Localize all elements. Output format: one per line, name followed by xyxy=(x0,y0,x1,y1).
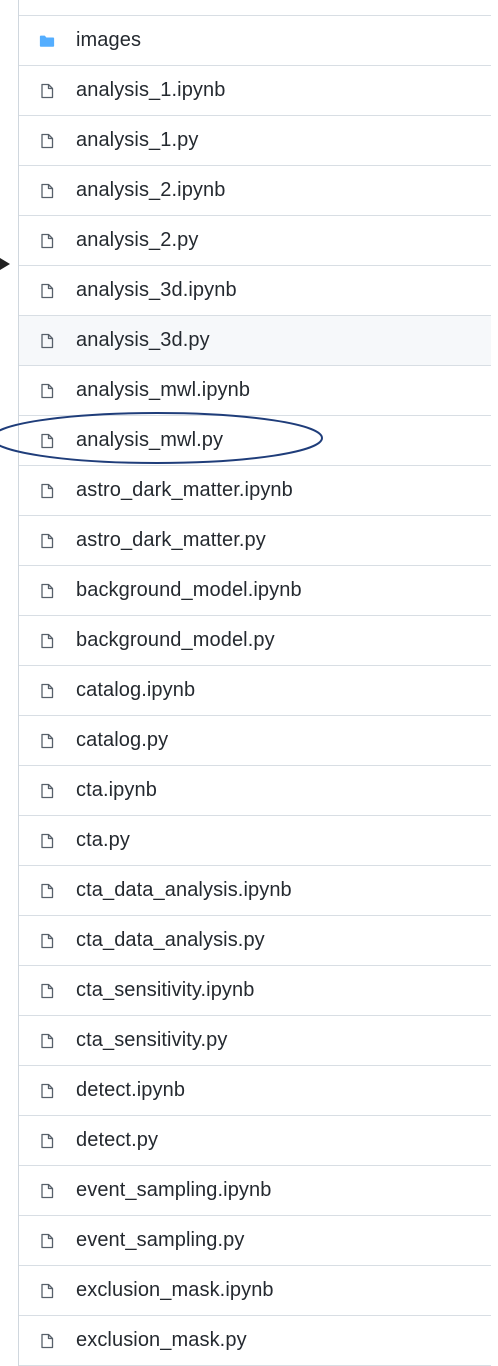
file-name-link[interactable]: event_sampling.ipynb xyxy=(76,1179,271,1202)
file-name-link[interactable]: detect.ipynb xyxy=(76,1079,185,1102)
file-icon xyxy=(39,633,55,649)
file-icon xyxy=(39,383,55,399)
file-row[interactable]: analysis_2.ipynb xyxy=(19,166,491,216)
file-icon xyxy=(39,83,55,99)
file-icon xyxy=(39,883,55,899)
file-icon xyxy=(39,683,55,699)
file-row[interactable]: astro_dark_matter.ipynb xyxy=(19,466,491,516)
file-name-link[interactable]: analysis_2.ipynb xyxy=(76,179,225,202)
file-name-link[interactable]: exclusion_mask.py xyxy=(76,1329,247,1352)
file-row[interactable]: analysis_mwl.ipynb xyxy=(19,366,491,416)
file-name-link[interactable]: analysis_1.ipynb xyxy=(76,79,225,102)
folder-row[interactable]: images xyxy=(19,16,491,66)
folder-icon xyxy=(39,33,55,49)
file-name-link[interactable]: cta_sensitivity.py xyxy=(76,1029,228,1052)
file-row[interactable]: event_sampling.ipynb xyxy=(19,1166,491,1216)
file-icon xyxy=(39,1133,55,1149)
file-row[interactable]: cta_data_analysis.ipynb xyxy=(19,866,491,916)
file-row[interactable]: cta.py xyxy=(19,816,491,866)
file-icon xyxy=(39,433,55,449)
file-icon xyxy=(39,583,55,599)
file-row[interactable]: detect.py xyxy=(19,1116,491,1166)
file-row[interactable]: analysis_1.ipynb xyxy=(19,66,491,116)
file-row[interactable]: event_sampling.py xyxy=(19,1216,491,1266)
file-name-link[interactable]: detect.py xyxy=(76,1129,158,1152)
file-row[interactable]: background_model.py xyxy=(19,616,491,666)
file-icon xyxy=(39,1283,55,1299)
file-name-link[interactable]: catalog.py xyxy=(76,729,168,752)
file-icon xyxy=(39,983,55,999)
file-row[interactable]: detect.ipynb xyxy=(19,1066,491,1116)
file-row[interactable]: exclusion_mask.py xyxy=(19,1316,491,1366)
file-name-link[interactable]: analysis_mwl.py xyxy=(76,429,223,452)
file-icon xyxy=(39,483,55,499)
file-name-link[interactable]: cta_data_analysis.py xyxy=(76,929,265,952)
file-name-link[interactable]: analysis_3d.py xyxy=(76,329,210,352)
file-row[interactable]: exclusion_mask.ipynb xyxy=(19,1266,491,1316)
file-icon xyxy=(39,1033,55,1049)
file-icon xyxy=(39,783,55,799)
file-icon xyxy=(39,933,55,949)
file-row[interactable]: cta_sensitivity.py xyxy=(19,1016,491,1066)
file-row[interactable]: cta_data_analysis.py xyxy=(19,916,491,966)
file-icon xyxy=(39,1183,55,1199)
file-name-link[interactable]: analysis_3d.ipynb xyxy=(76,279,237,302)
file-name-link[interactable]: analysis_1.py xyxy=(76,129,198,152)
file-name-link[interactable]: exclusion_mask.ipynb xyxy=(76,1279,274,1302)
file-name-link[interactable]: astro_dark_matter.ipynb xyxy=(76,479,293,502)
file-row[interactable]: catalog.ipynb xyxy=(19,666,491,716)
file-name-link[interactable]: background_model.ipynb xyxy=(76,579,302,602)
file-icon xyxy=(39,183,55,199)
file-row[interactable]: cta.ipynb xyxy=(19,766,491,816)
folder-name-link[interactable]: images xyxy=(76,29,141,52)
file-name-link[interactable]: analysis_mwl.ipynb xyxy=(76,379,250,402)
file-name-link[interactable]: cta.py xyxy=(76,829,130,852)
file-name-link[interactable]: cta_sensitivity.ipynb xyxy=(76,979,254,1002)
file-icon xyxy=(39,133,55,149)
file-icon xyxy=(39,1233,55,1249)
file-icon xyxy=(39,833,55,849)
file-row[interactable]: catalog.py xyxy=(19,716,491,766)
file-name-link[interactable]: astro_dark_matter.py xyxy=(76,529,266,552)
file-name-link[interactable]: analysis_2.py xyxy=(76,229,198,252)
file-name-link[interactable]: event_sampling.py xyxy=(76,1229,244,1252)
file-row[interactable]: cta_sensitivity.ipynb xyxy=(19,966,491,1016)
file-name-link[interactable]: cta.ipynb xyxy=(76,779,157,802)
file-row[interactable]: analysis_mwl.py xyxy=(19,416,491,466)
file-name-link[interactable]: background_model.py xyxy=(76,629,275,652)
file-icon xyxy=(39,733,55,749)
file-name-link[interactable]: catalog.ipynb xyxy=(76,679,195,702)
file-icon xyxy=(39,233,55,249)
file-row[interactable]: background_model.ipynb xyxy=(19,566,491,616)
file-row[interactable]: analysis_2.py xyxy=(19,216,491,266)
file-icon xyxy=(39,333,55,349)
file-browser-screen: images analysis_1.ipynb analysis_1.pyanaly… xyxy=(0,0,498,1366)
annotation-arrow-icon xyxy=(0,258,10,270)
file-icon xyxy=(39,1083,55,1099)
previous-row-stub xyxy=(19,0,491,16)
file-list: images analysis_1.ipynb analysis_1.pyanaly… xyxy=(19,0,491,1366)
file-name-link[interactable]: cta_data_analysis.ipynb xyxy=(76,879,292,902)
file-icon xyxy=(39,1333,55,1349)
file-row[interactable]: astro_dark_matter.py xyxy=(19,516,491,566)
file-icon xyxy=(39,283,55,299)
file-row[interactable]: analysis_1.py xyxy=(19,116,491,166)
file-icon xyxy=(39,533,55,549)
file-row[interactable]: analysis_3d.py xyxy=(19,316,491,366)
file-row[interactable]: analysis_3d.ipynb xyxy=(19,266,491,316)
